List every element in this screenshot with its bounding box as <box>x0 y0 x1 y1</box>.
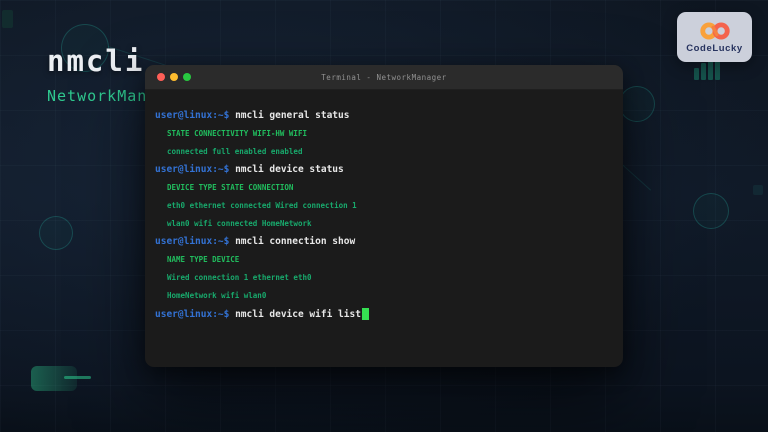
output-header: DEVICE TYPE STATE CONNECTION <box>167 183 293 192</box>
terminal-line: Wired connection 1 ethernet eth0 <box>155 269 611 287</box>
page-subtitle: NetworkMana <box>47 87 157 105</box>
terminal-line: eth0 ethernet connected Wired connection… <box>155 196 611 214</box>
decorative-circle <box>39 216 73 250</box>
command-text: nmcli connection show <box>229 236 355 247</box>
output-header: STATE CONNECTIVITY WIFI-HW WIFI <box>167 129 307 138</box>
terminal-line: connected full enabled enabled <box>155 142 611 160</box>
terminal-window: Terminal - NetworkManager user@linux:~$ … <box>145 65 623 367</box>
infinity-icon <box>694 20 736 42</box>
window-title: Terminal - NetworkManager <box>145 73 623 82</box>
terminal-line: user@linux:~$ nmcli connection show <box>155 233 611 251</box>
shell-prompt: user@linux:~$ <box>155 236 229 247</box>
hero-section: nmcli NetworkMana <box>47 44 157 105</box>
decorative-circle <box>693 193 729 229</box>
terminal-titlebar[interactable]: Terminal - NetworkManager <box>145 65 623 90</box>
decorative-square <box>753 185 763 195</box>
decorative-circle <box>619 86 655 122</box>
command-text: nmcli device status <box>229 164 343 175</box>
shell-prompt: user@linux:~$ <box>155 164 229 175</box>
command-text: nmcli general status <box>229 110 349 121</box>
shell-prompt: user@linux:~$ <box>155 309 229 320</box>
terminal-cursor <box>362 308 369 320</box>
terminal-lines[interactable]: user@linux:~$ nmcli general status STATE … <box>145 90 623 323</box>
terminal-line: wlan0 wifi connected HomeNetwork <box>155 215 611 233</box>
decorative-dash <box>64 376 91 379</box>
output-text: eth0 ethernet connected Wired connection… <box>167 201 357 210</box>
terminal-line: STATE CONNECTIVITY WIFI-HW WIFI <box>155 124 611 142</box>
output-text: HomeNetwork wifi wlan0 <box>167 291 266 300</box>
brand-name: CodeLucky <box>686 43 743 54</box>
terminal-line: user@linux:~$ nmcli device wifi list <box>155 305 611 323</box>
output-text: Wired connection 1 ethernet eth0 <box>167 273 312 282</box>
command-text: nmcli device wifi list <box>229 309 361 320</box>
terminal-line: user@linux:~$ nmcli general status <box>155 106 611 124</box>
page-title: nmcli <box>47 44 157 78</box>
output-text: connected full enabled enabled <box>167 147 302 156</box>
decorative-square <box>2 10 13 28</box>
codelucky-logo-badge: CodeLucky <box>677 12 752 62</box>
terminal-line: HomeNetwork wifi wlan0 <box>155 287 611 305</box>
output-text: wlan0 wifi connected HomeNetwork <box>167 219 312 228</box>
output-header: NAME TYPE DEVICE <box>167 255 239 264</box>
terminal-line: user@linux:~$ nmcli device status <box>155 160 611 178</box>
shell-prompt: user@linux:~$ <box>155 110 229 121</box>
terminal-line: DEVICE TYPE STATE CONNECTION <box>155 178 611 196</box>
terminal-line: NAME TYPE DEVICE <box>155 251 611 269</box>
